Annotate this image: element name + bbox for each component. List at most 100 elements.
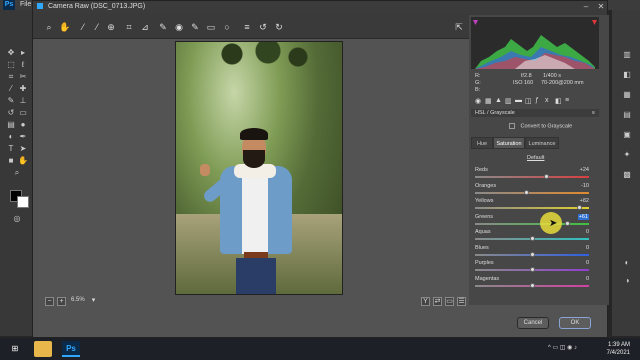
hand-icon[interactable]: ✋ (18, 156, 28, 165)
blur-icon[interactable]: ● (18, 120, 28, 129)
slider-thumb[interactable] (530, 267, 535, 272)
spot-removal-tool-icon[interactable]: ✎ (157, 21, 169, 33)
slider-track[interactable] (475, 222, 589, 225)
crop-icon[interactable]: ⌗ (6, 72, 16, 81)
swatches-panel-icon[interactable]: ▩ (622, 170, 632, 179)
slice-icon[interactable]: ✂ (18, 72, 28, 81)
panel-menu-icon[interactable]: ≡ (592, 109, 595, 117)
rotate-left-icon[interactable]: ↺ (257, 21, 269, 33)
before-after-y-icon[interactable]: Y (421, 297, 430, 306)
slider-value[interactable]: +24 (580, 167, 589, 173)
styles-panel-icon[interactable]: ◑ (622, 276, 632, 285)
detail-panel-icon[interactable]: ▲ (495, 97, 502, 104)
color-sampler-tool-icon[interactable]: ⁄ (91, 21, 103, 33)
move-icon[interactable]: ✥ (6, 48, 16, 57)
layers-panel-icon[interactable]: ▦ (622, 90, 632, 99)
tab-hue[interactable]: Hue (471, 137, 493, 149)
slider-thumb[interactable] (530, 236, 535, 241)
hsl-panel-icon[interactable]: ▥ (505, 97, 512, 105)
slider-thumb[interactable] (576, 205, 582, 210)
eraser-icon[interactable]: ▭ (18, 108, 28, 117)
slider-thumb[interactable] (543, 174, 549, 179)
marquee-icon[interactable]: ⬚ (6, 60, 16, 69)
zoom-level[interactable]: 6.5% (71, 297, 85, 303)
fullscreen-icon[interactable]: ⇱ (453, 21, 465, 33)
white-balance-tool-icon[interactable]: ⁄ (77, 21, 89, 33)
snapshots-panel-icon[interactable]: ≡ (565, 97, 569, 104)
slider-thumb[interactable] (530, 251, 535, 257)
stamp-icon[interactable]: ⊥ (18, 96, 28, 105)
slider-value[interactable]: 0 (586, 245, 589, 251)
slider-track[interactable] (475, 191, 589, 194)
lens-corrections-panel-icon[interactable]: ◫ (525, 97, 532, 105)
swap-before-after-icon[interactable]: ⇄ (433, 297, 442, 306)
path-select-icon[interactable]: ➤ (18, 144, 28, 153)
image-preview[interactable] (37, 39, 467, 295)
properties-panel-icon[interactable]: ▤ (622, 110, 632, 119)
shape-icon[interactable]: ■ (6, 156, 16, 165)
system-tray-icons[interactable]: ^ ▭ ◫ ◉ ♪ (548, 344, 577, 351)
quick-mask-icon[interactable]: ◎ (12, 214, 22, 223)
copy-settings-icon[interactable]: ▭ (445, 297, 454, 306)
adjustment-brush-tool-icon[interactable]: ✎ (189, 21, 201, 33)
graduated-filter-tool-icon[interactable]: ▭ (205, 21, 217, 33)
taskbar-clock[interactable]: 1:39 AM 7/4/2021 (607, 341, 630, 357)
rotate-right-icon[interactable]: ↻ (273, 21, 285, 33)
ok-button[interactable]: OK (559, 317, 591, 329)
tone-curve-panel-icon[interactable]: ▦ (485, 97, 492, 105)
straighten-tool-icon[interactable]: ⊿ (139, 21, 151, 33)
slider-thumb[interactable] (530, 282, 535, 288)
photoshop-taskbar-icon[interactable]: Ps (62, 341, 80, 357)
artboard-icon[interactable]: ▸ (18, 48, 28, 57)
slider-thumb[interactable] (564, 220, 570, 226)
gradient-icon[interactable]: ▤ (6, 120, 16, 129)
close-icon[interactable]: ✕ (594, 1, 608, 13)
brush-icon[interactable]: ✎ (6, 96, 16, 105)
preferences-icon[interactable]: ≡ (241, 21, 253, 33)
file-explorer-icon[interactable] (34, 341, 52, 357)
slider-value[interactable]: -10 (581, 183, 589, 189)
minimize-icon[interactable]: – (579, 1, 593, 13)
basic-panel-icon[interactable]: ◉ (475, 97, 481, 105)
toggle-defaults-icon[interactable]: ☰ (457, 297, 466, 306)
split-toning-panel-icon[interactable]: ▬ (515, 97, 522, 104)
cancel-button[interactable]: Cancel (517, 317, 549, 329)
history-brush-icon[interactable]: ↺ (6, 108, 16, 117)
convert-to-grayscale-checkbox[interactable] (509, 123, 515, 129)
slider-value[interactable]: +61 (577, 213, 589, 220)
background-color-swatch[interactable] (17, 196, 29, 208)
presets-panel-icon[interactable]: ◧ (555, 97, 562, 105)
slider-value[interactable]: 0 (586, 229, 589, 235)
paths-panel-icon[interactable]: ✦ (622, 150, 632, 159)
menu-file[interactable]: File (20, 1, 31, 8)
slider-value[interactable]: 0 (586, 260, 589, 266)
slider-value[interactable]: +82 (580, 198, 589, 204)
slider-value[interactable]: 0 (586, 276, 589, 282)
history-panel-icon[interactable]: ▥ (622, 50, 632, 59)
adjustments-panel-icon[interactable]: ◧ (622, 70, 632, 79)
pen-icon[interactable]: ✒ (18, 132, 28, 141)
camera-calibration-panel-icon[interactable]: x (545, 97, 549, 104)
healing-icon[interactable]: ✚ (18, 84, 28, 93)
zoom-in-button[interactable]: + (57, 297, 66, 306)
target-adjust-tool-icon[interactable]: ⊕ (105, 21, 117, 33)
default-link[interactable]: Default (527, 155, 544, 161)
crop-tool-icon[interactable]: ⌗ (123, 21, 135, 33)
dodge-icon[interactable]: ◐ (6, 132, 16, 141)
slider-track[interactable] (475, 207, 589, 209)
lasso-icon[interactable]: ℓ (18, 60, 28, 69)
hand-tool-icon[interactable]: ✋ (59, 21, 71, 33)
channels-panel-icon[interactable]: ▣ (622, 130, 632, 139)
tab-luminance[interactable]: Luminance (525, 137, 559, 149)
zoom-tool-icon[interactable]: ⌕ (43, 21, 55, 33)
zoom-out-button[interactable]: − (45, 297, 54, 306)
type-icon[interactable]: T (6, 144, 16, 153)
slider-track[interactable] (475, 176, 589, 178)
zoom-icon[interactable]: ⌕ (12, 168, 22, 177)
slider-thumb[interactable] (524, 189, 530, 195)
windows-start-icon[interactable]: ⊞ (6, 341, 24, 357)
zoom-dropdown-icon[interactable]: ▾ (89, 297, 98, 306)
radial-filter-tool-icon[interactable]: ○ (221, 21, 233, 33)
tab-saturation[interactable]: Saturation (493, 137, 525, 149)
color-panel-icon[interactable]: ◐ (622, 258, 632, 267)
